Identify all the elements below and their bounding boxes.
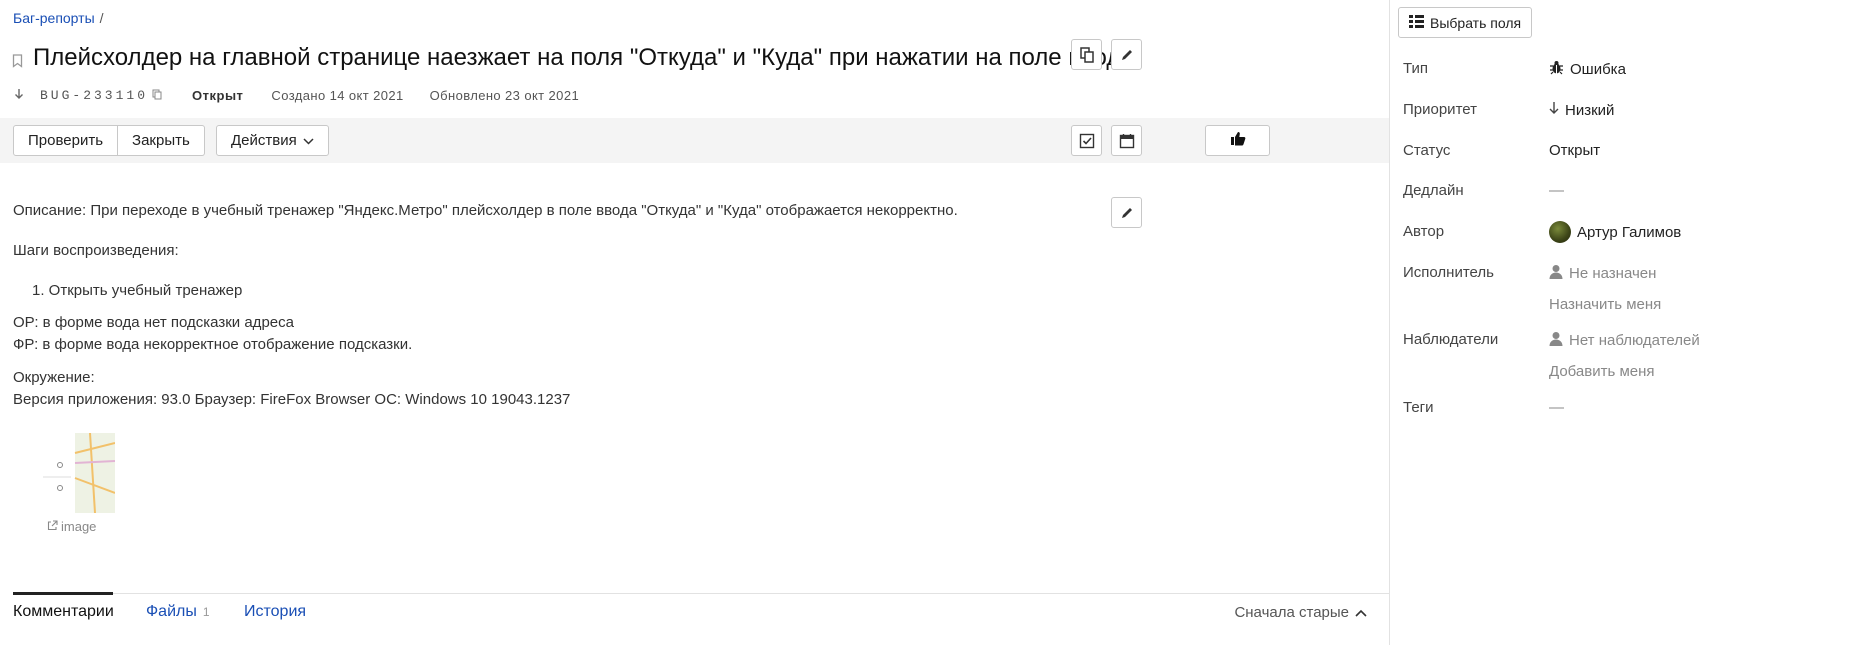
- tab-files[interactable]: Файлы 1: [146, 603, 210, 621]
- step-item: 1. Открыть учебный тренажер: [32, 282, 243, 299]
- copy-link-button[interactable]: [1071, 39, 1102, 70]
- steps-title: Шаги воспроизведения:: [13, 242, 179, 259]
- chevron-down-icon: [303, 132, 314, 149]
- breadcrumb-separator: /: [99, 10, 104, 26]
- active-tab-indicator: [13, 592, 113, 595]
- attachment-name: image: [61, 519, 97, 534]
- edit-description-button[interactable]: [1111, 197, 1142, 228]
- assignee-value-text: Не назначен: [1569, 265, 1657, 282]
- avatar: [1549, 221, 1571, 243]
- priority-label: Приоритет: [1403, 101, 1477, 118]
- assignee-label: Исполнитель: [1403, 264, 1494, 281]
- priority-down-icon: [14, 88, 28, 103]
- author-label: Автор: [1403, 223, 1445, 240]
- like-button[interactable]: [1205, 125, 1270, 156]
- choose-fields-button[interactable]: Выбрать поля: [1398, 7, 1533, 38]
- user-icon: [1549, 264, 1563, 283]
- created-date: Создано 14 окт 2021: [271, 88, 404, 103]
- transition-buttons: Проверить Закрыть: [13, 125, 205, 156]
- tab-history[interactable]: История: [244, 603, 306, 621]
- calendar-icon: [1119, 133, 1135, 149]
- status-value[interactable]: Открыт: [1549, 142, 1600, 159]
- watchers-value[interactable]: Нет наблюдателей: [1549, 331, 1700, 350]
- author-value[interactable]: Артур Галимов: [1549, 221, 1681, 243]
- issue-meta: BUG-233110 Открыт Создано 14 окт 2021 Об…: [14, 88, 579, 103]
- bug-icon: [1549, 60, 1564, 79]
- deadline-label: Дедлайн: [1403, 182, 1464, 199]
- tags-value[interactable]: —: [1549, 399, 1564, 416]
- type-value-text: Ошибка: [1570, 61, 1626, 78]
- close-button[interactable]: Закрыть: [118, 125, 205, 156]
- author-name: Артур Галимов: [1577, 223, 1682, 241]
- type-value[interactable]: Ошибка: [1549, 60, 1626, 79]
- tab-files-label: Файлы: [146, 603, 197, 620]
- files-count-badge: 1: [202, 605, 210, 619]
- attachment-label[interactable]: image: [47, 519, 96, 534]
- priority-down-icon: [1549, 101, 1559, 119]
- bookmark-icon[interactable]: [12, 54, 23, 68]
- tags-label: Теги: [1403, 399, 1434, 416]
- like-icon: [1230, 131, 1246, 150]
- breadcrumb-link-bug-reports[interactable]: Баг-репорты: [13, 10, 95, 26]
- breadcrumb: Баг-репорты /: [13, 10, 104, 26]
- watchers-value-text: Нет наблюдателей: [1569, 332, 1700, 349]
- environment-title: Окружение:: [13, 369, 95, 386]
- sidebar: Выбрать поля Тип Ошибка Приоритет Низкий…: [1390, 0, 1876, 645]
- status-badge: Открыт: [192, 88, 244, 103]
- actions-label: Действия: [231, 132, 297, 149]
- image-thumbnail: [35, 433, 115, 513]
- choose-fields-label: Выбрать поля: [1430, 14, 1522, 31]
- checklist-button[interactable]: [1071, 125, 1102, 156]
- watchers-label: Наблюдатели: [1403, 331, 1499, 348]
- add-me-link[interactable]: Добавить меня: [1549, 363, 1655, 380]
- actions-button[interactable]: Действия: [216, 125, 329, 156]
- edit-icon: [1120, 206, 1134, 220]
- edit-icon: [1120, 48, 1134, 62]
- description-text: Описание: При переходе в учебный тренаже…: [13, 202, 958, 219]
- actual-result: ФР: в форме вода некорректное отображени…: [13, 336, 413, 353]
- title-row: Плейсхолдер на главной странице наезжает…: [12, 44, 1140, 72]
- copy-key-icon[interactable]: [152, 88, 162, 103]
- tabs-divider: [13, 593, 1389, 594]
- external-link-icon: [47, 519, 58, 534]
- user-icon: [1549, 331, 1563, 350]
- status-label: Статус: [1403, 142, 1451, 159]
- priority-value[interactable]: Низкий: [1549, 101, 1614, 119]
- chevron-up-icon: [1355, 604, 1367, 621]
- description: Описание: При переходе в учебный тренаже…: [13, 200, 958, 411]
- assign-me-link[interactable]: Назначить меня: [1549, 296, 1661, 313]
- toolbar: Проверить Закрыть Действия: [0, 118, 1389, 163]
- edit-title-button[interactable]: [1111, 39, 1142, 70]
- assignee-value[interactable]: Не назначен: [1549, 264, 1656, 283]
- priority-value-text: Низкий: [1565, 101, 1615, 119]
- attachment-thumbnail[interactable]: image: [35, 433, 115, 534]
- expected-result: ОР: в форме вода нет подсказки адреса: [13, 314, 294, 331]
- type-label: Тип: [1403, 60, 1429, 77]
- deadline-value[interactable]: —: [1549, 182, 1564, 199]
- page-title: Плейсхолдер на главной странице наезжает…: [33, 44, 1141, 71]
- tab-comments[interactable]: Комментарии: [13, 603, 114, 621]
- sort-order-toggle[interactable]: Сначала старые: [1234, 604, 1367, 621]
- checklist-icon: [1079, 133, 1095, 149]
- main-column: Баг-репорты / Плейсхолдер на главной стра…: [0, 0, 1389, 645]
- check-button[interactable]: Проверить: [13, 125, 119, 156]
- issue-key: BUG-233110: [40, 88, 149, 103]
- copy-link-icon: [1079, 46, 1094, 63]
- calendar-button[interactable]: [1111, 125, 1142, 156]
- fields-icon: [1409, 14, 1424, 31]
- environment-text: Версия приложения: 93.0 Браузер: FireFox…: [13, 391, 571, 408]
- updated-date: Обновлено 23 окт 2021: [429, 88, 580, 103]
- sort-order-label: Сначала старые: [1234, 604, 1349, 621]
